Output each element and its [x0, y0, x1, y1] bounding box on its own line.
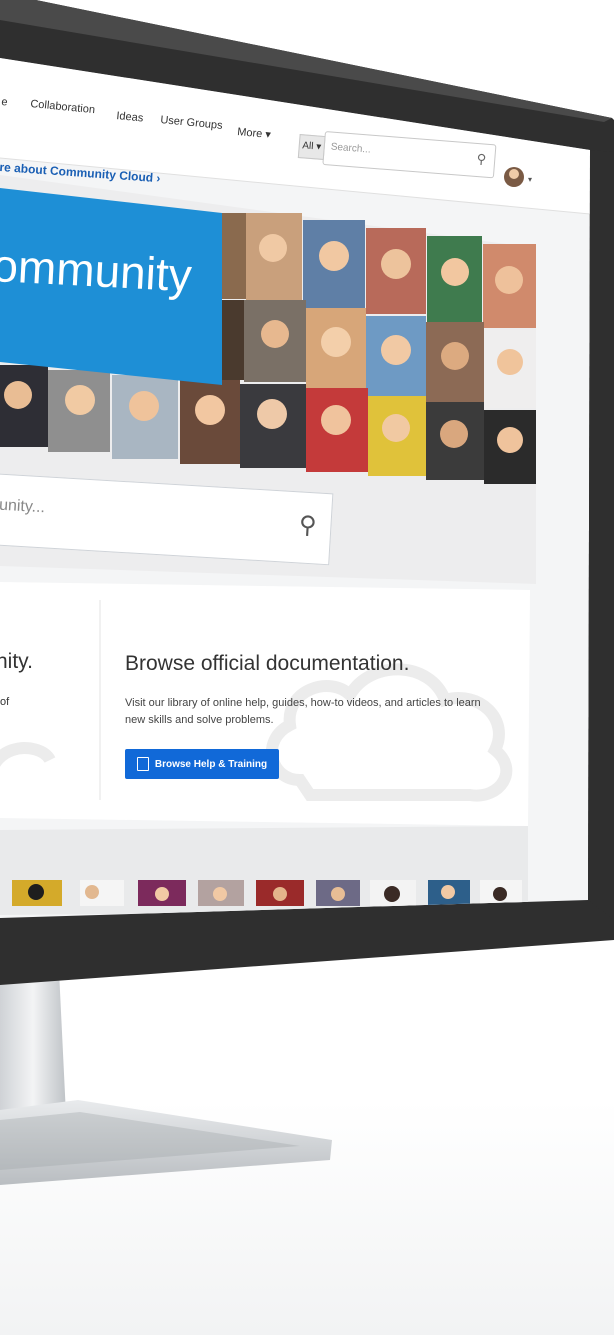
community-search-icon[interactable]: ⚲ — [298, 510, 317, 540]
left-card-text: of — [0, 696, 10, 708]
browse-help-training-button[interactable]: Browse Help & Training — [125, 749, 279, 779]
left-card-title: nity. — [0, 650, 33, 673]
search-input[interactable]: Search... — [330, 142, 371, 156]
community-search-input[interactable]: unity... — [0, 497, 45, 518]
hero-title: ommunity — [0, 238, 194, 302]
global-search[interactable]: All ▾ Search... ⚲ — [297, 131, 497, 179]
search-icon[interactable]: ⚲ — [476, 151, 487, 168]
nav-item-partial[interactable]: e — [1, 96, 8, 109]
monitor-scene: ▾ e Collaboration Ideas User Groups More… — [0, 0, 614, 1335]
nav-item-ideas[interactable]: Ideas — [116, 110, 144, 125]
community-search[interactable]: unity... ⚲ — [0, 473, 334, 566]
browse-help-training-label: Browse Help & Training — [154, 758, 268, 770]
nav-item-more[interactable]: More ▾ — [237, 125, 272, 141]
document-icon — [136, 757, 149, 771]
search-scope-select[interactable]: All ▾ — [297, 134, 326, 160]
nav-item-user-groups[interactable]: User Groups — [160, 114, 223, 132]
community-cloud-link[interactable]: re about Community Cloud › — [0, 160, 161, 185]
docs-description: Visit our library of online help, guides… — [125, 697, 481, 726]
nav-item-collaboration[interactable]: Collaboration — [30, 98, 96, 116]
docs-title: Browse official documentation. — [125, 652, 410, 675]
